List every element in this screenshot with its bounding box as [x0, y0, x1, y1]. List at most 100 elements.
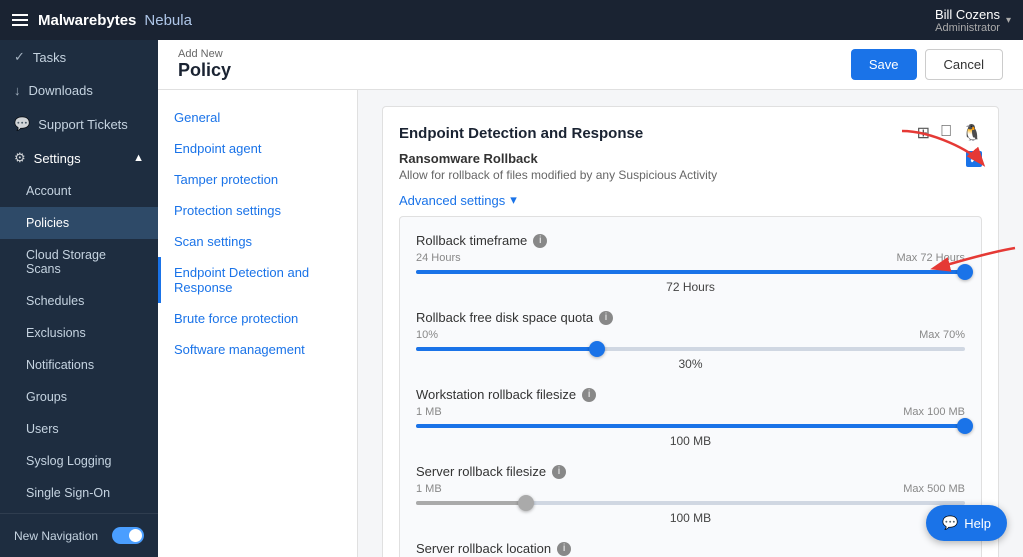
workstation-info-icon[interactable]: i — [582, 388, 596, 402]
left-nav: General Endpoint agent Tamper protection… — [158, 90, 358, 557]
server-filesize-range-labels: 1 MB Max 500 MB — [416, 483, 965, 495]
sidebar-item-exclusions[interactable]: Exclusions — [0, 317, 158, 349]
page-title: Policy — [178, 60, 231, 81]
server-filesize-label: Server rollback filesize — [416, 464, 546, 479]
downloads-icon: ↓ — [14, 83, 21, 98]
app-name: Malwarebytes — [38, 12, 136, 29]
sidebar-item-users[interactable]: Users — [0, 413, 158, 445]
help-button[interactable]: 💬 Help — [926, 505, 1007, 541]
left-nav-software[interactable]: Software management — [158, 334, 357, 365]
user-role: Administrator — [935, 22, 1000, 34]
free-disk-row: Rollback free disk space quota i 10% Max… — [416, 310, 965, 371]
sidebar-item-label: Account — [26, 184, 71, 198]
free-disk-min: 10% — [416, 329, 438, 341]
hamburger-menu[interactable] — [12, 14, 28, 26]
workstation-max: Max 100 MB — [903, 406, 965, 418]
free-disk-thumb[interactable] — [589, 341, 605, 357]
breadcrumb: Add New Policy — [178, 48, 231, 81]
rollback-timeframe-min: 24 Hours — [416, 252, 461, 264]
app-logo: Malwarebytes Nebula — [38, 12, 192, 29]
workstation-filesize-row: Workstation rollback filesize i 1 MB Max… — [416, 387, 965, 448]
breadcrumb-add-new: Add New — [178, 48, 231, 60]
topbar-left: Malwarebytes Nebula — [12, 12, 192, 29]
workstation-track[interactable] — [416, 424, 965, 428]
server-filesize-fill — [416, 501, 526, 505]
workstation-thumb[interactable] — [957, 418, 973, 434]
sidebar-item-syslog[interactable]: Syslog Logging — [0, 445, 158, 477]
left-nav-scan[interactable]: Scan settings — [158, 226, 357, 257]
rollback-timeframe-fill — [416, 270, 965, 274]
sidebar-item-downloads[interactable]: ↓ Downloads — [0, 74, 158, 107]
advanced-settings-toggle[interactable]: Advanced settings ▾ — [399, 192, 982, 208]
panel-header: Endpoint Detection and Response ⊞  🐧 — [399, 123, 982, 143]
free-disk-track[interactable] — [416, 347, 965, 351]
location-label: Server rollback location — [416, 541, 551, 556]
sidebar-item-cloud-storage[interactable]: Cloud Storage Scans — [0, 239, 158, 285]
server-filesize-value: 100 MB — [416, 511, 965, 525]
help-label: Help — [964, 516, 991, 531]
free-disk-range-labels: 10% Max 70% — [416, 329, 965, 341]
free-disk-label-row: Rollback free disk space quota i — [416, 310, 965, 325]
workstation-min: 1 MB — [416, 406, 442, 418]
sliders-section: Rollback timeframe i 24 Hours Max 72 Hou… — [399, 216, 982, 557]
left-nav-endpoint-agent[interactable]: Endpoint agent — [158, 133, 357, 164]
workstation-label: Workstation rollback filesize — [416, 387, 576, 402]
settings-icon: ⚙ — [14, 150, 26, 166]
server-filesize-thumb[interactable] — [518, 495, 534, 511]
sidebar-item-label: Cloud Storage Scans — [26, 248, 144, 276]
workstation-label-row: Workstation rollback filesize i — [416, 387, 965, 402]
advanced-label: Advanced settings — [399, 193, 505, 208]
ransomware-checkbox[interactable] — [966, 151, 982, 167]
edr-panel: Endpoint Detection and Response ⊞  🐧 Ra… — [382, 106, 999, 557]
left-nav-edr[interactable]: Endpoint Detection and Response — [158, 257, 357, 303]
linux-icon: 🐧 — [962, 123, 982, 143]
ransomware-title: Ransomware Rollback — [399, 151, 966, 166]
advanced-chevron: ▾ — [510, 192, 517, 208]
sidebar-item-label: Single Sign-On — [26, 486, 110, 500]
sidebar-item-schedules[interactable]: Schedules — [0, 285, 158, 317]
sidebar-item-support[interactable]: 💬 Support Tickets — [0, 107, 158, 141]
new-nav-toggle[interactable] — [112, 527, 144, 544]
free-disk-value: 30% — [416, 357, 965, 371]
left-nav-tamper[interactable]: Tamper protection — [158, 164, 357, 195]
left-nav-brute-force[interactable]: Brute force protection — [158, 303, 357, 334]
rollback-timeframe-value: 72 Hours — [416, 280, 965, 294]
server-filesize-info-icon[interactable]: i — [552, 465, 566, 479]
tasks-icon: ✓ — [14, 49, 25, 65]
rollback-timeframe-info-icon[interactable]: i — [533, 234, 547, 248]
sidebar-item-label: Notifications — [26, 358, 94, 372]
support-icon: 💬 — [14, 116, 30, 132]
rollback-timeframe-track[interactable] — [416, 270, 965, 274]
rollback-timeframe-range-labels: 24 Hours Max 72 Hours — [416, 252, 965, 264]
sidebar-item-sso[interactable]: Single Sign-On — [0, 477, 158, 509]
sidebar-item-groups[interactable]: Groups — [0, 381, 158, 413]
sidebar-item-feedback[interactable]: ✉ Send Feedback — [0, 553, 158, 557]
user-menu-chevron[interactable]: ▾ — [1006, 15, 1011, 26]
right-panel: Endpoint Detection and Response ⊞  🐧 Ra… — [358, 90, 1023, 557]
left-nav-protection[interactable]: Protection settings — [158, 195, 357, 226]
workstation-fill — [416, 424, 965, 428]
sidebar-item-settings[interactable]: ⚙ Settings ▲ — [0, 141, 158, 175]
server-filesize-track[interactable] — [416, 501, 965, 505]
server-filesize-label-row: Server rollback filesize i — [416, 464, 965, 479]
sidebar-item-policies[interactable]: Policies — [0, 207, 158, 239]
sidebar-item-notifications[interactable]: Notifications — [0, 349, 158, 381]
left-nav-general[interactable]: General — [158, 102, 357, 133]
help-icon: 💬 — [942, 515, 958, 531]
free-disk-info-icon[interactable]: i — [599, 311, 613, 325]
sidebar-item-account[interactable]: Account — [0, 175, 158, 207]
location-info-icon[interactable]: i — [557, 542, 571, 556]
sidebar: ✓ Tasks ↓ Downloads 💬 Support Tickets ⚙ … — [0, 40, 158, 557]
sidebar-item-label: Syslog Logging — [26, 454, 111, 468]
sidebar-item-label: Policies — [26, 216, 69, 230]
main-content: Add New Policy Save Cancel General Endpo… — [158, 40, 1023, 557]
rollback-timeframe-max: Max 72 Hours — [897, 252, 965, 264]
rollback-timeframe-thumb[interactable] — [957, 264, 973, 280]
topbar-right: Bill Cozens Administrator ▾ — [935, 7, 1011, 34]
sidebar-item-label: Groups — [26, 390, 67, 404]
sidebar-item-tasks[interactable]: ✓ Tasks — [0, 40, 158, 74]
sidebar-item-label: Exclusions — [26, 326, 86, 340]
ransomware-info: Ransomware Rollback Allow for rollback o… — [399, 151, 966, 182]
cancel-button[interactable]: Cancel — [925, 49, 1003, 80]
save-button[interactable]: Save — [851, 49, 917, 80]
